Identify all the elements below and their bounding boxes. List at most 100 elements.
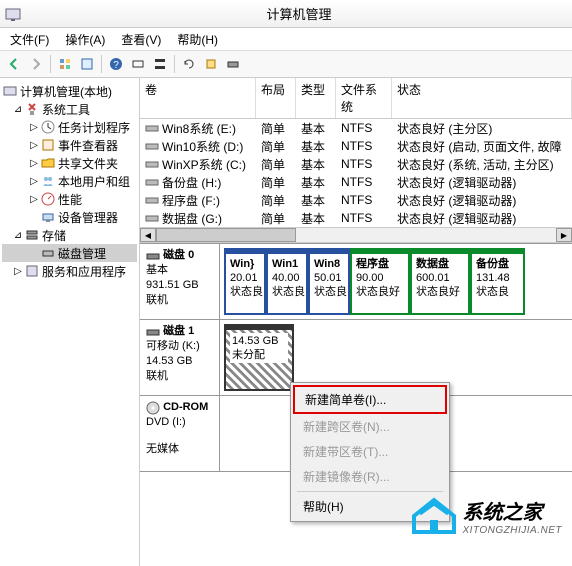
separator <box>174 55 175 73</box>
drive-icon <box>145 121 159 135</box>
disk-icon <box>40 245 56 261</box>
help-button[interactable]: ? <box>106 54 126 74</box>
volumes-list: Win8系统 (E:)简单基本NTFS状态良好 (主分区)Win10系统 (D:… <box>140 119 572 227</box>
expand-icon[interactable]: ▷ <box>28 194 40 205</box>
scroll-left-button[interactable]: ◀ <box>140 228 156 242</box>
perf-icon <box>40 191 56 207</box>
window-title: 计算机管理 <box>26 4 572 23</box>
tree-root[interactable]: 计算机管理(本地) <box>2 82 137 100</box>
tool-button4[interactable] <box>223 54 243 74</box>
menu-action[interactable]: 操作(A) <box>59 29 111 50</box>
scroll-thumb[interactable] <box>156 228 296 242</box>
event-icon <box>40 137 56 153</box>
volume-row[interactable]: 数据盘 (G:)简单基本NTFS状态良好 (逻辑驱动器) <box>140 209 572 227</box>
context-menu: 新建简单卷(I)... 新建跨区卷(N)... 新建带区卷(T)... 新建镜像… <box>290 382 450 522</box>
tool-button2[interactable] <box>150 54 170 74</box>
disk-0-partitions: Win}20.01状态良Win140.00状态良Win850.01状态良程序盘9… <box>220 244 572 319</box>
volume-row[interactable]: 程序盘 (F:)简单基本NTFS状态良好 (逻辑驱动器) <box>140 191 572 209</box>
expand-icon[interactable]: ▷ <box>28 158 40 169</box>
ctx-new-spanned-volume: 新建跨区卷(N)... <box>293 414 447 439</box>
drive-icon <box>145 157 159 171</box>
scroll-track[interactable] <box>156 228 556 242</box>
h-scrollbar[interactable]: ◀ ▶ <box>140 227 572 243</box>
col-fs[interactable]: 文件系统 <box>336 78 392 118</box>
users-icon <box>40 173 56 189</box>
partition[interactable]: Win}20.01状态良 <box>224 248 266 315</box>
back-button[interactable] <box>4 54 24 74</box>
clock-icon <box>40 119 56 135</box>
drive-icon <box>145 175 159 189</box>
scroll-right-button[interactable]: ▶ <box>556 228 572 242</box>
col-name[interactable]: 卷 <box>140 78 256 118</box>
tree-services[interactable]: ▷ 服务和应用程序 <box>2 262 137 280</box>
cd-icon <box>146 401 160 415</box>
col-status[interactable]: 状态 <box>392 78 572 118</box>
tree-local-users[interactable]: ▷ 本地用户和组 <box>2 172 137 190</box>
forward-button[interactable] <box>26 54 46 74</box>
tree-event-viewer[interactable]: ▷ 事件查看器 <box>2 136 137 154</box>
col-layout[interactable]: 布局 <box>256 78 296 118</box>
refresh-button[interactable] <box>179 54 199 74</box>
view-button[interactable] <box>55 54 75 74</box>
menubar: 文件(F) 操作(A) 查看(V) 帮助(H) <box>0 28 572 50</box>
tree-device-mgr[interactable]: 设备管理器 <box>2 208 137 226</box>
svg-text:?: ? <box>113 60 119 71</box>
tools-icon <box>24 101 40 117</box>
expand-icon[interactable]: ▷ <box>28 176 40 187</box>
ctx-new-simple-volume[interactable]: 新建简单卷(I)... <box>293 385 447 414</box>
toolbar: ? <box>0 50 572 78</box>
device-icon <box>40 209 56 225</box>
app-icon <box>5 6 21 22</box>
tree-panel: 计算机管理(本地) ⊿ 系统工具 ▷ 任务计划程序 ▷ 事件查看器 ▷ 共享文件… <box>0 78 140 566</box>
drive-icon <box>145 193 159 207</box>
drive-icon <box>145 211 159 225</box>
menu-file[interactable]: 文件(F) <box>4 29 55 50</box>
cdrom-info: CD-ROM DVD (I:) 无媒体 <box>140 396 220 471</box>
partition[interactable]: 程序盘90.00状态良好 <box>350 248 410 315</box>
disk-0-info: 磁盘 0 基本 931.51 GB 联机 <box>140 244 220 319</box>
menu-help[interactable]: 帮助(H) <box>171 29 224 50</box>
usb-icon <box>146 325 160 339</box>
ctx-help[interactable]: 帮助(H) <box>293 494 447 519</box>
partition-unallocated[interactable]: 14.53 GB未分配 <box>224 324 294 391</box>
ctx-new-striped-volume: 新建带区卷(T)... <box>293 439 447 464</box>
partition[interactable]: 数据盘600.01状态良好 <box>410 248 470 315</box>
volume-row[interactable]: WinXP系统 (C:)简单基本NTFS状态良好 (系统, 活动, 主分区) <box>140 155 572 173</box>
tree-performance[interactable]: ▷ 性能 <box>2 190 137 208</box>
tool-button3[interactable] <box>201 54 221 74</box>
volume-row[interactable]: Win8系统 (E:)简单基本NTFS状态良好 (主分区) <box>140 119 572 137</box>
collapse-icon[interactable]: ⊿ <box>12 230 24 241</box>
tree-task-scheduler[interactable]: ▷ 任务计划程序 <box>2 118 137 136</box>
expand-icon[interactable]: ▷ <box>28 140 40 151</box>
tree-storage[interactable]: ⊿ 存储 <box>2 226 137 244</box>
tool-button[interactable] <box>128 54 148 74</box>
separator <box>101 55 102 73</box>
volume-row[interactable]: 备份盘 (H:)简单基本NTFS状态良好 (逻辑驱动器) <box>140 173 572 191</box>
disk-1-info: 磁盘 1 可移动 (K:) 14.53 GB 联机 <box>140 320 220 395</box>
menu-view[interactable]: 查看(V) <box>115 29 167 50</box>
volumes-header: 卷 布局 类型 文件系统 状态 <box>140 78 572 119</box>
separator <box>50 55 51 73</box>
separator <box>297 491 443 492</box>
tree-shared-folders[interactable]: ▷ 共享文件夹 <box>2 154 137 172</box>
partition[interactable]: Win140.00状态良 <box>266 248 308 315</box>
services-icon <box>24 263 40 279</box>
tree-disk-mgmt[interactable]: 磁盘管理 <box>2 244 137 262</box>
titlebar: 计算机管理 <box>0 0 572 28</box>
collapse-icon[interactable]: ⊿ <box>12 104 24 115</box>
properties-button[interactable] <box>77 54 97 74</box>
storage-icon <box>24 227 40 243</box>
computer-icon <box>2 83 18 99</box>
volume-row[interactable]: Win10系统 (D:)简单基本NTFS状态良好 (启动, 页面文件, 故障 <box>140 137 572 155</box>
folder-icon <box>40 155 56 171</box>
expand-icon[interactable]: ▷ <box>12 266 24 277</box>
col-type[interactable]: 类型 <box>296 78 336 118</box>
partition[interactable]: Win850.01状态良 <box>308 248 350 315</box>
ctx-new-mirrored-volume: 新建镜像卷(R)... <box>293 464 447 489</box>
partition[interactable]: 备份盘131.48状态良 <box>470 248 525 315</box>
expand-icon[interactable]: ▷ <box>28 122 40 133</box>
drive-icon <box>145 139 159 153</box>
tree-system-tools[interactable]: ⊿ 系统工具 <box>2 100 137 118</box>
hdd-icon <box>146 249 160 263</box>
disk-0[interactable]: 磁盘 0 基本 931.51 GB 联机 Win}20.01状态良Win140.… <box>140 244 572 320</box>
